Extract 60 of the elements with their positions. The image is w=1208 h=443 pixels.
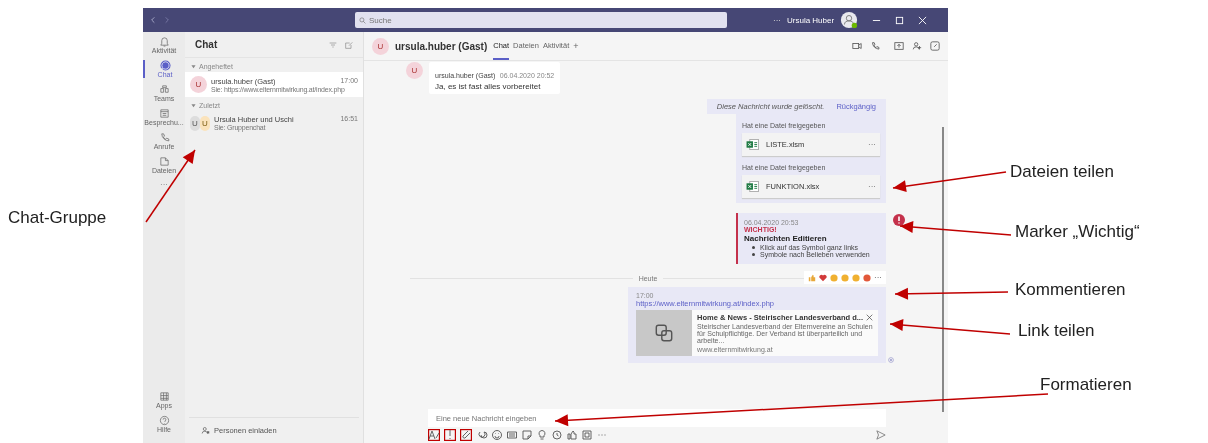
gif-icon[interactable] bbox=[506, 429, 518, 441]
grid-icon bbox=[158, 391, 170, 402]
bulb-icon[interactable] bbox=[536, 429, 548, 441]
caret-icon[interactable] bbox=[191, 103, 196, 108]
spreadsheet-icon bbox=[746, 181, 759, 192]
bullet-icon bbox=[752, 253, 755, 256]
new-chat-icon[interactable] bbox=[345, 40, 353, 49]
read-receipt-icon bbox=[888, 357, 894, 363]
bell-icon bbox=[158, 36, 170, 47]
avatar: U bbox=[406, 62, 423, 79]
close-icon[interactable] bbox=[866, 314, 873, 321]
help-icon bbox=[158, 415, 170, 426]
calendar-icon bbox=[158, 108, 170, 119]
add-tab-button[interactable]: + bbox=[573, 41, 579, 51]
heart-icon[interactable] bbox=[819, 273, 827, 282]
add-people-icon[interactable] bbox=[912, 41, 922, 51]
important-icon bbox=[893, 214, 905, 226]
format-icon[interactable] bbox=[428, 429, 440, 441]
caret-icon[interactable] bbox=[191, 64, 196, 69]
annotation-label: Formatieren bbox=[1040, 375, 1132, 395]
rail-item[interactable]: ··· bbox=[143, 180, 185, 189]
document-icon bbox=[158, 156, 170, 167]
send-icon[interactable] bbox=[876, 430, 886, 440]
attach-icon[interactable] bbox=[460, 429, 472, 441]
share-screen-icon[interactable] bbox=[894, 41, 904, 51]
annotation-label: Chat-Gruppe bbox=[8, 208, 107, 228]
emoji-icon[interactable] bbox=[491, 429, 503, 441]
chat-list-title: Chat bbox=[195, 39, 219, 50]
avatar: U bbox=[190, 115, 200, 131]
annotation-label: Link teilen bbox=[1018, 321, 1095, 341]
spreadsheet-icon bbox=[746, 139, 759, 150]
more-options[interactable]: ··· bbox=[868, 140, 876, 149]
more-options[interactable]: ··· bbox=[874, 273, 882, 282]
pop-out-icon[interactable] bbox=[930, 41, 940, 51]
phone-icon bbox=[158, 132, 170, 143]
avatar: U bbox=[372, 37, 389, 55]
add-person-icon bbox=[201, 426, 210, 435]
annotation-label: Dateien teilen bbox=[1010, 162, 1114, 182]
phone-icon[interactable] bbox=[870, 41, 880, 51]
loop-icon[interactable] bbox=[476, 429, 488, 441]
maximize-icon[interactable] bbox=[895, 15, 905, 25]
search-field[interactable]: Suche bbox=[355, 12, 727, 28]
avatar: U bbox=[200, 115, 210, 131]
chat-bubble-icon bbox=[159, 60, 171, 71]
avatar: U bbox=[190, 76, 207, 93]
bullet-icon bbox=[752, 246, 755, 249]
sticker-icon[interactable] bbox=[521, 429, 533, 441]
people-icon bbox=[158, 84, 170, 95]
conversation-title: ursula.huber (Gast) bbox=[395, 40, 488, 52]
annotation-label: Marker „Wichtig“ bbox=[1015, 222, 1140, 242]
more-options[interactable]: ··· bbox=[868, 182, 876, 191]
back-icon[interactable] bbox=[149, 16, 157, 24]
thumbs-up-icon[interactable] bbox=[808, 273, 816, 282]
user-name: Ursula Huber bbox=[787, 15, 835, 25]
important-icon[interactable] bbox=[444, 429, 456, 441]
user-avatar-icon[interactable] bbox=[840, 11, 859, 29]
video-call-icon[interactable] bbox=[852, 41, 862, 51]
more-options[interactable]: ··· bbox=[773, 15, 781, 25]
annotation-label: Kommentieren bbox=[1015, 280, 1126, 300]
clock-icon[interactable] bbox=[551, 429, 563, 441]
